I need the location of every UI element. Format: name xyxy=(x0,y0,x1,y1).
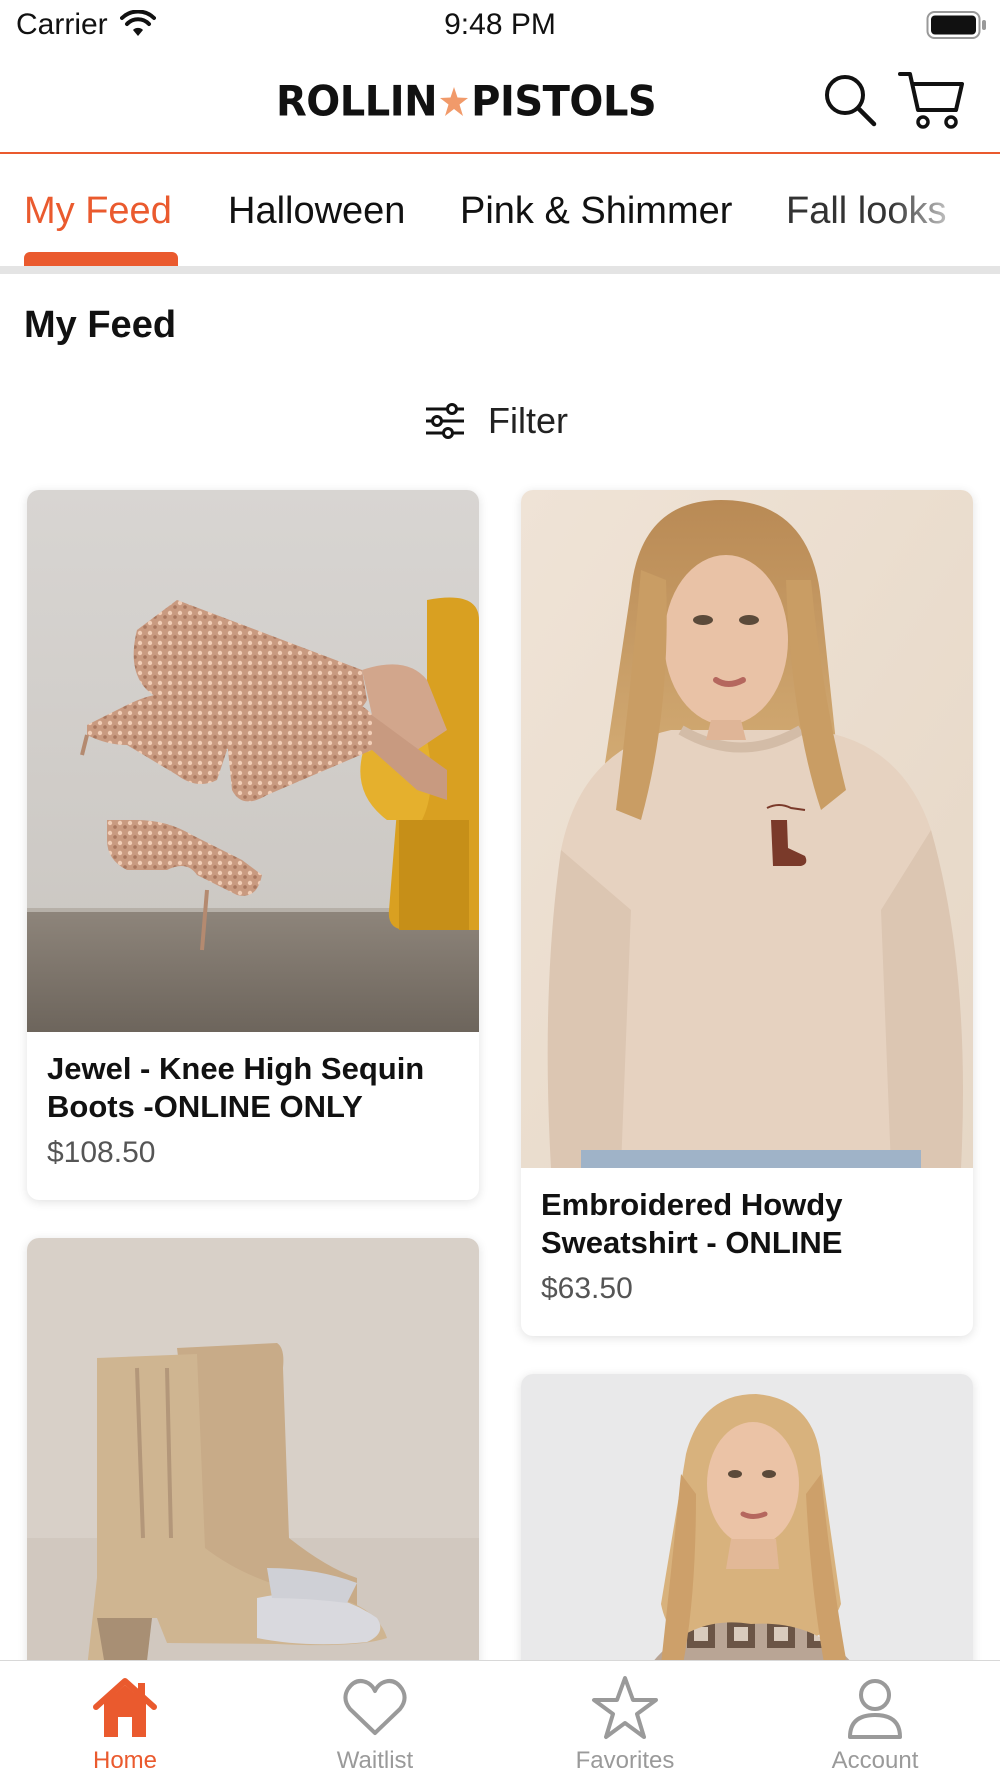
search-button[interactable] xyxy=(822,72,878,128)
cart-button[interactable] xyxy=(898,68,966,132)
brand-logo[interactable]: ROLLIN PISTOLS xyxy=(276,76,657,128)
filter-label: Filter xyxy=(488,400,568,441)
bottom-tab-bar: Home Waitlist Favorites Account xyxy=(0,1660,1000,1778)
battery-icon xyxy=(926,10,988,45)
nav-label-waitlist: Waitlist xyxy=(336,1747,414,1774)
nav-waitlist[interactable]: Waitlist xyxy=(250,1661,500,1778)
tab-pink-shimmer[interactable]: Pink & Shimmer xyxy=(460,190,732,233)
clock: 9:48 PM xyxy=(444,8,556,41)
nav-home[interactable]: Home xyxy=(0,1661,250,1778)
nav-label-favorites: Favorites xyxy=(575,1747,675,1774)
status-bar: Carrier 9:48 PM xyxy=(0,0,1000,50)
logo-text-right: PISTOLS xyxy=(471,77,657,127)
page-title: My Feed xyxy=(24,304,177,346)
cart-icon xyxy=(898,72,964,129)
product-name[interactable]: Embroidered Howdy Sweatshirt - ONLINE xyxy=(541,1186,961,1262)
product-price: $63.50 xyxy=(541,1272,633,1305)
category-tabs: My Feed Halloween Pink & Shimmer Fall lo… xyxy=(0,156,1000,274)
nav-account[interactable]: Account xyxy=(750,1661,1000,1778)
nav-label-account: Account xyxy=(831,1747,919,1774)
sliders-icon xyxy=(426,403,464,439)
product-card[interactable]: Embroidered Howdy Sweatshirt - ONLINE $6… xyxy=(521,490,973,1336)
tab-scroll-fade xyxy=(890,156,1000,266)
search-icon xyxy=(825,75,877,127)
app-header: ROLLIN PISTOLS xyxy=(0,50,1000,154)
tab-my-feed[interactable]: My Feed xyxy=(24,190,172,233)
star-icon xyxy=(592,1676,658,1739)
home-icon xyxy=(93,1678,157,1737)
nav-favorites[interactable]: Favorites xyxy=(500,1661,750,1778)
person-icon xyxy=(848,1679,902,1739)
product-price: $108.50 xyxy=(47,1136,156,1169)
tab-halloween[interactable]: Halloween xyxy=(228,190,405,233)
tabs-divider xyxy=(0,266,1000,274)
active-tab-indicator xyxy=(24,252,178,266)
product-image[interactable] xyxy=(27,490,479,1032)
app-screen: Carrier 9:48 PM ROLLIN PISTOLS My Feed H… xyxy=(0,0,1000,1778)
product-name[interactable]: Jewel - Knee High Sequin Boots -ONLINE O… xyxy=(47,1050,467,1126)
product-card[interactable]: Jewel - Knee High Sequin Boots -ONLINE O… xyxy=(27,490,479,1200)
product-image[interactable] xyxy=(521,490,973,1168)
star-logo-icon xyxy=(440,87,469,116)
heart-icon xyxy=(343,1679,407,1735)
nav-label-home: Home xyxy=(92,1747,158,1774)
filter-button[interactable]: Filter xyxy=(424,396,568,446)
logo-text-left: ROLLIN xyxy=(276,77,438,127)
